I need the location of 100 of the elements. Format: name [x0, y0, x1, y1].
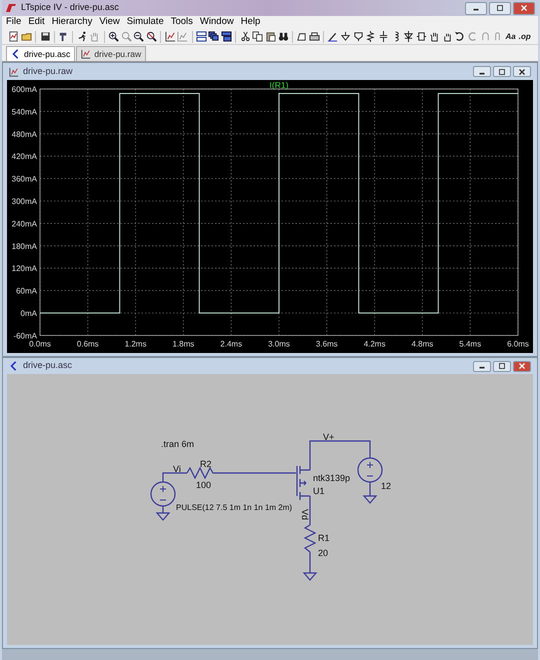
resistor-symbol [304, 524, 316, 552]
paste-icon[interactable] [264, 31, 276, 42]
undo-icon[interactable] [454, 31, 466, 42]
menu-item[interactable]: Help [240, 15, 260, 30]
maximize-button[interactable] [493, 66, 511, 77]
zoom-out-icon[interactable] [133, 31, 144, 42]
hand-icon[interactable] [442, 31, 452, 42]
axis-label: 3.6ms [316, 339, 338, 348]
hammer-icon[interactable] [58, 31, 70, 42]
axis-label: 5.4ms [459, 339, 482, 348]
axis-label: 2.4ms [220, 339, 242, 348]
maximize-icon [495, 3, 505, 13]
minimize-button[interactable] [473, 66, 491, 77]
menu-item[interactable]: Edit [28, 15, 45, 30]
axis-label: 1.2ms [124, 339, 146, 348]
save-icon[interactable] [40, 31, 51, 42]
scissors-icon[interactable] [240, 31, 251, 42]
tile-horizontal-icon[interactable] [196, 31, 207, 42]
menu-item[interactable]: View [99, 15, 120, 30]
wire [369, 482, 371, 496]
close-button[interactable] [513, 360, 531, 372]
pencil-icon[interactable] [327, 31, 338, 42]
capacitor-icon[interactable] [378, 31, 390, 42]
axis-label: 0.6ms [76, 339, 99, 348]
close-icon [519, 3, 529, 13]
axis-label: 300mA [12, 197, 37, 206]
component-ref: R2 [200, 459, 212, 469]
source-value: 12 [381, 481, 392, 491]
tile-vertical-icon[interactable] [221, 31, 232, 42]
voltage-source-symbol [357, 457, 383, 483]
component-icon[interactable] [416, 31, 428, 42]
window-title: LTspice IV - drive-pu.asc [21, 1, 120, 14]
hand-icon[interactable] [428, 31, 440, 42]
axis-label: 180mA [12, 242, 37, 251]
menu-item[interactable]: Tools [170, 15, 193, 30]
tab[interactable]: drive-pu.asc [6, 46, 76, 61]
diode-icon[interactable] [403, 31, 414, 42]
zoom-cancel-icon[interactable] [146, 31, 157, 42]
minimize-button[interactable] [465, 2, 487, 14]
app-logo-icon [5, 2, 17, 14]
component-value: 100 [196, 480, 212, 490]
window-title: drive-pu.raw [23, 64, 74, 78]
menu-item[interactable]: Simulate [126, 15, 164, 30]
zoom-in-icon[interactable] [108, 31, 119, 42]
maximize-icon [497, 66, 507, 76]
wire [309, 496, 311, 525]
wire [309, 552, 311, 573]
window-title: drive-pu.asc [23, 359, 74, 372]
axis-label: 360mA [12, 174, 37, 184]
axis-label: 600mA [12, 85, 37, 94]
axis-label: 4.8ms [412, 339, 434, 348]
copy-icon[interactable] [252, 31, 264, 42]
schematic-icon [11, 49, 21, 59]
wire [162, 472, 187, 482]
menu-item[interactable]: Hierarchy [52, 15, 92, 30]
component-value: 20 [318, 548, 328, 558]
print-preview-icon[interactable] [296, 31, 308, 42]
axis-label: 240mA [12, 219, 37, 228]
wire [309, 440, 371, 470]
axis-label: -60mA [13, 331, 37, 340]
close-button[interactable] [513, 66, 531, 77]
printer-icon[interactable] [308, 31, 320, 42]
menu-item[interactable]: File [6, 15, 22, 30]
label-icon[interactable] [352, 31, 364, 42]
text-tool-button[interactable]: Aa [504, 30, 517, 43]
folder-icon[interactable] [21, 31, 32, 42]
axis-label: 420mA [12, 152, 37, 162]
close-button[interactable] [513, 2, 535, 14]
component-value: ntk3139p [313, 473, 350, 483]
close-icon [517, 361, 527, 371]
new-document-icon[interactable] [8, 31, 20, 42]
menu-item[interactable]: Window [200, 15, 234, 30]
chart-icon[interactable] [164, 31, 176, 42]
chart-icon [81, 49, 92, 59]
tab[interactable]: drive-pu.raw [76, 46, 146, 61]
axis-label: 0.0ms [29, 339, 51, 348]
source-value: PULSE(12 7.5 1m 1n 1n 1m 2m) [176, 503, 292, 512]
transistor-symbol [296, 465, 311, 501]
voltage-source-symbol [150, 481, 176, 507]
ground-symbol [156, 512, 170, 521]
maximize-button[interactable] [493, 360, 511, 372]
axis-label: 120mA [12, 264, 37, 274]
axis-label: 6.0ms [507, 339, 529, 348]
spice-directive-button[interactable]: .op [518, 30, 532, 43]
maximize-button[interactable] [489, 2, 511, 14]
binoculars-icon[interactable] [278, 31, 289, 42]
axis-label: 4.2ms [364, 339, 386, 348]
minimize-button[interactable] [473, 360, 491, 372]
cascade-icon[interactable] [208, 31, 220, 42]
axis-label: 3.0ms [268, 339, 290, 348]
resistor-icon[interactable] [365, 31, 376, 42]
wire [162, 506, 164, 513]
ground-icon[interactable] [340, 31, 352, 42]
component-ref: R1 [318, 533, 330, 543]
axis-label: 60mA [16, 286, 37, 296]
axis-label: 1.8ms [172, 339, 194, 348]
running-figure-icon[interactable] [76, 31, 88, 42]
resistor-symbol [186, 466, 215, 480]
close-icon [517, 66, 527, 76]
maximize-icon [497, 361, 507, 371]
